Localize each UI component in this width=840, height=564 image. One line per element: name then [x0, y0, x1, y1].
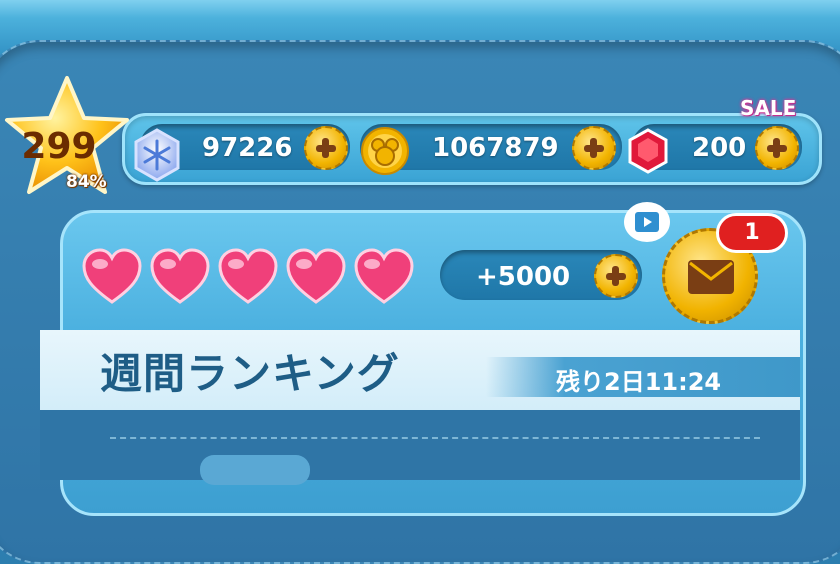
heart-icon [218, 248, 278, 304]
heart-icon [82, 248, 142, 304]
film-icon [635, 212, 659, 232]
add-rubies-button[interactable] [755, 126, 799, 170]
add-gems-button[interactable] [304, 126, 348, 170]
coin-icon [361, 127, 409, 175]
ranking-time-left: 残り2日11:24 [556, 368, 722, 396]
add-hearts-button[interactable] [594, 254, 638, 298]
level-progress: 84% [66, 172, 107, 192]
ruby-count: 200 [692, 133, 747, 163]
heart-icon [286, 248, 346, 304]
gem-count: 97226 [202, 133, 293, 163]
snowflake-gem-icon [134, 128, 180, 182]
coin-count: 1067879 [432, 133, 559, 163]
sale-label: SALE [740, 96, 797, 120]
ruby-icon [628, 128, 668, 174]
ranking-title: 週間ランキング [100, 349, 400, 398]
video-ad-button[interactable] [624, 202, 670, 242]
heart-bonus-value: +5000 [476, 262, 571, 292]
player-level: 299 [21, 126, 97, 167]
add-coins-button[interactable] [572, 126, 616, 170]
mail-count-badge: 1 [716, 213, 788, 253]
divider [110, 437, 760, 439]
ranking-tab[interactable] [200, 455, 310, 485]
heart-icon [150, 248, 210, 304]
ranking-list [40, 410, 800, 480]
heart-icon [354, 248, 414, 304]
envelope-icon [688, 260, 734, 294]
